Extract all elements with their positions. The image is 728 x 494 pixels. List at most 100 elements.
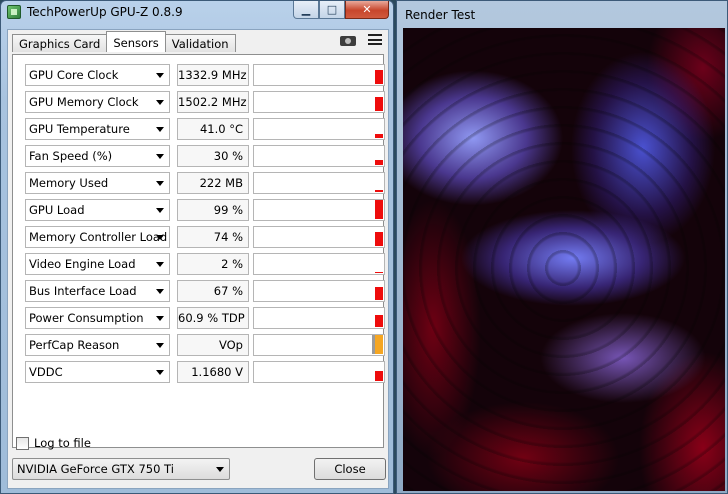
sensor-row: Fan Speed (%) 30 % [21, 145, 385, 167]
chevron-down-icon [156, 100, 164, 105]
sensor-graph-bar [375, 70, 383, 84]
sensor-value: 1.1680 V [177, 361, 249, 383]
sensor-name-select[interactable]: Memory Controller Load [25, 226, 170, 248]
sensor-graph[interactable] [253, 226, 385, 248]
sensor-graph[interactable] [253, 361, 385, 383]
window-title: TechPowerUp GPU-Z 0.8.9 [27, 5, 183, 19]
sensor-graph[interactable] [253, 172, 385, 194]
sensor-name-select[interactable]: Bus Interface Load [25, 280, 170, 302]
sensor-row: Bus Interface Load 67 % [21, 280, 385, 302]
sensor-name-select[interactable]: GPU Load [25, 199, 170, 221]
sensor-graph-bar [375, 200, 383, 219]
chevron-down-icon [156, 127, 164, 132]
sensor-value: VOp [177, 334, 249, 356]
log-to-file: Log to file [16, 436, 91, 450]
sensor-name-select[interactable]: GPU Temperature [25, 118, 170, 140]
minimize-button[interactable]: ▁ [293, 1, 319, 19]
sensor-row: Memory Controller Load 74 % [21, 226, 385, 248]
sensor-graph-bar [375, 315, 383, 327]
sensor-graph[interactable] [253, 253, 385, 275]
sensors-panel: GPU Core Clock 1332.9 MHz GPU Memory Clock… [12, 54, 385, 448]
sensor-graph[interactable] [253, 91, 385, 113]
sensor-graph[interactable] [253, 64, 385, 86]
sensor-name: Video Engine Load [29, 257, 136, 271]
maximize-button[interactable]: □ [319, 1, 345, 19]
sensor-name: Memory Used [29, 176, 109, 190]
log-to-file-label[interactable]: Log to file [34, 436, 91, 450]
gpuz-app-icon[interactable] [7, 5, 21, 19]
sensor-name-select[interactable]: PerfCap Reason [25, 334, 170, 356]
tab-validation[interactable]: Validation [164, 34, 236, 52]
menu-icon[interactable] [368, 33, 382, 45]
tab-sensors[interactable]: Sensors [106, 31, 166, 52]
chevron-down-icon [216, 467, 224, 472]
tab-graphics-card[interactable]: Graphics Card [12, 34, 108, 52]
sensor-row: Power Consumption 60.9 % TDP [21, 307, 385, 329]
sensor-row: Video Engine Load 2 % [21, 253, 385, 275]
gpu-select-value: NVIDIA GeForce GTX 750 Ti [17, 462, 174, 476]
sensor-name: Bus Interface Load [29, 284, 137, 298]
sensor-name: GPU Load [29, 203, 85, 217]
sensor-value: 2 % [177, 253, 249, 275]
sensor-row: VDDC 1.1680 V [21, 361, 385, 383]
sensor-graph[interactable] [253, 307, 385, 329]
sensor-value: 222 MB [177, 172, 249, 194]
sensor-row: GPU Memory Clock 1502.2 MHz [21, 91, 385, 113]
sensor-name: PerfCap Reason [29, 338, 120, 352]
sensor-row: Memory Used 222 MB [21, 172, 385, 194]
render-canvas [403, 28, 725, 491]
close-icon: ✕ [362, 3, 372, 16]
chevron-down-icon [156, 343, 164, 348]
gpu-select[interactable]: NVIDIA GeForce GTX 750 Ti [12, 458, 230, 480]
sensor-value: 41.0 °C [177, 118, 249, 140]
sensor-graph[interactable] [253, 334, 385, 356]
sensor-name: Power Consumption [29, 311, 144, 325]
log-to-file-checkbox[interactable] [16, 436, 29, 450]
sensor-row: GPU Load 99 % [21, 199, 385, 221]
sensor-name: Memory Controller Load [29, 230, 168, 244]
sensor-value: 99 % [177, 199, 249, 221]
sensor-name-select[interactable]: Fan Speed (%) [25, 145, 170, 167]
sensor-row: PerfCap Reason VOp [21, 334, 385, 356]
close-button[interactable]: Close [314, 458, 386, 480]
sensor-graph-bar [375, 232, 383, 246]
caption-buttons: ▁ □ ✕ [293, 1, 389, 19]
sensor-graph-bar [375, 335, 383, 354]
chevron-down-icon [156, 73, 164, 78]
sensor-value: 60.9 % TDP [177, 307, 249, 329]
sensor-graph[interactable] [253, 145, 385, 167]
tab-strip: Graphics Card Sensors Validation [12, 31, 236, 52]
sensor-name-select[interactable]: Memory Used [25, 172, 170, 194]
sensor-graph[interactable] [253, 199, 385, 221]
sensor-name-select[interactable]: GPU Core Clock [25, 64, 170, 86]
minimize-icon: ▁ [301, 3, 311, 16]
chevron-down-icon [156, 289, 164, 294]
chevron-down-icon [156, 235, 164, 240]
sensor-name: GPU Memory Clock [29, 95, 139, 109]
sensor-name-select[interactable]: Power Consumption [25, 307, 170, 329]
sensor-name-select[interactable]: GPU Memory Clock [25, 91, 170, 113]
sensor-graph-bar [372, 335, 375, 354]
chevron-down-icon [156, 154, 164, 159]
sensor-name-select[interactable]: Video Engine Load [25, 253, 170, 275]
sensor-graph-bar [375, 97, 383, 111]
close-window-button[interactable]: ✕ [345, 1, 389, 19]
sensor-graph[interactable] [253, 118, 385, 140]
camera-icon[interactable] [340, 33, 356, 46]
tab-tools [340, 33, 382, 46]
chevron-down-icon [156, 181, 164, 186]
render-test-title: Render Test [405, 8, 476, 22]
sensor-graph-bar [375, 371, 383, 381]
sensor-graph-bar [375, 190, 383, 192]
sensor-value: 30 % [177, 145, 249, 167]
sensor-graph-bar [375, 287, 383, 300]
sensor-graph-bar [375, 134, 383, 138]
sensor-value: 74 % [177, 226, 249, 248]
title-bar[interactable]: TechPowerUp GPU-Z 0.8.9 ▁ □ ✕ [1, 1, 393, 27]
sensor-name-select[interactable]: VDDC [25, 361, 170, 383]
client-area: Graphics Card Sensors Validation GPU Cor… [7, 29, 389, 489]
gpuz-window: TechPowerUp GPU-Z 0.8.9 ▁ □ ✕ Graphics C… [0, 0, 394, 494]
sensor-value: 1332.9 MHz [177, 64, 249, 86]
sensor-graph[interactable] [253, 280, 385, 302]
render-test-window: Render Test [396, 0, 728, 494]
